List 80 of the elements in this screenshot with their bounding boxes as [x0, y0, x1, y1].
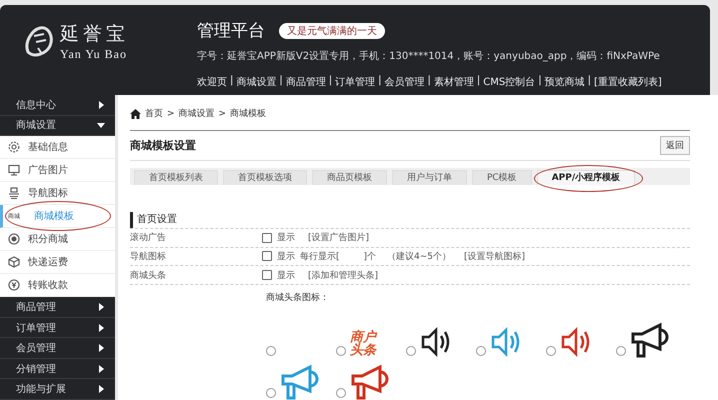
radio-button[interactable] — [336, 388, 346, 398]
hint-text: （建议4~5个） — [387, 250, 452, 263]
box-icon — [8, 256, 20, 268]
checkbox-label: 显示 — [277, 232, 295, 244]
nav-separator: | — [428, 75, 431, 88]
breadcrumb-separator: > — [218, 108, 226, 118]
tab[interactable]: 首页模板列表 — [134, 170, 218, 185]
sidebar-group[interactable]: 分销管理 — [0, 358, 115, 380]
settings-link[interactable]: [添加和管理头条] — [308, 268, 378, 282]
radio-button[interactable] — [616, 346, 626, 356]
section-heading: 首页设置 — [130, 212, 690, 228]
radio-button[interactable] — [406, 346, 416, 356]
stack-icon — [8, 187, 20, 200]
sidebar-group[interactable]: 会员管理 — [0, 338, 115, 359]
nav-separator: | — [230, 75, 234, 88]
sidebar-group[interactable]: 商城设置 — [0, 116, 115, 136]
greeting-badge: 又是元气满满的一天 — [279, 22, 385, 38]
nav-link[interactable]: 欢迎页 — [197, 75, 227, 89]
radio-button[interactable] — [266, 346, 276, 356]
radio-button[interactable] — [336, 346, 346, 356]
checkbox[interactable] — [262, 251, 272, 262]
per-row-suffix: ]个 — [364, 250, 376, 263]
logo-title: 延誉宝 — [60, 22, 129, 46]
nav-separator: | — [476, 75, 480, 88]
setting-label: 商城头条 — [130, 270, 167, 282]
setting-label: 导航图标 — [130, 250, 167, 263]
radio-button[interactable] — [476, 346, 486, 356]
per-row-prefix: 每行显示[ — [300, 250, 340, 263]
logo-subtitle: Yan Yu Bao — [60, 46, 128, 62]
icon-choice-label: 商城头条图标： — [266, 292, 330, 304]
back-button[interactable]: 返回 — [660, 136, 690, 155]
radio-button[interactable] — [546, 346, 556, 356]
sidebar-item[interactable]: 导航图标 — [0, 182, 115, 206]
nav-separator: | — [378, 75, 382, 88]
home-icon — [130, 108, 141, 118]
nav-separator: | — [588, 75, 591, 88]
tab[interactable]: PC模板 — [472, 170, 532, 185]
radio-button[interactable] — [266, 388, 276, 398]
monitor-icon — [8, 164, 20, 176]
tab[interactable]: 商品页模板 — [312, 170, 387, 185]
nav-separator: | — [538, 75, 542, 88]
nav-link[interactable]: 商城设置 — [236, 75, 276, 89]
breadcrumb-link[interactable]: 商城模板 — [230, 107, 266, 120]
nav-link[interactable]: 订单管理 — [335, 75, 376, 89]
checkbox[interactable] — [262, 232, 272, 243]
sidebar-item[interactable]: 快递运费 — [0, 251, 115, 274]
nav-link[interactable]: 会员管理 — [384, 75, 424, 89]
nav-separator: | — [328, 75, 332, 88]
nav-link[interactable]: 商品管理 — [286, 75, 326, 89]
sidebar-group[interactable]: 商品管理 — [0, 297, 115, 318]
checkbox-label: 显示 — [277, 250, 295, 263]
sidebar-item[interactable]: 基础信息 — [0, 136, 115, 160]
account-info: 字号：延誉宝APP新版V2设置专用，手机：130****1014，账号：yanyubao_app，编码：fiNxPaWPe — [197, 50, 661, 63]
target-icon — [8, 233, 20, 246]
nav-link[interactable]: CMS控制台 — [483, 75, 536, 89]
sidebar-item[interactable]: 广告图片 — [0, 159, 115, 182]
nav-link[interactable]: 预览商城 — [544, 75, 585, 89]
tab[interactable]: 首页模板选项 — [223, 170, 307, 185]
breadcrumb-link[interactable]: 商城设置 — [178, 107, 215, 120]
sidebar-item[interactable]: 积分商城 — [0, 228, 115, 252]
settings-link[interactable]: [设置导航图标] — [464, 250, 526, 263]
sidebar-group[interactable]: 订单管理 — [0, 318, 115, 338]
checkbox-label: 显示 — [277, 270, 295, 282]
nav-link[interactable]: 素材管理 — [434, 75, 474, 89]
breadcrumb-link[interactable]: 首页 — [145, 107, 163, 120]
tab[interactable]: 用户与订单 — [392, 170, 467, 185]
checkbox[interactable] — [262, 270, 272, 280]
gear-icon — [8, 141, 20, 154]
sidebar-group[interactable]: 信息中心 — [0, 95, 115, 116]
setting-label: 滚动广告 — [130, 232, 167, 244]
sidebar-group[interactable]: 功能与扩展 — [0, 379, 115, 400]
tab[interactable]: APP/小程序模板 — [536, 170, 636, 185]
platform-title: 管理平台 — [197, 20, 265, 42]
nav-separator: | — [279, 75, 283, 88]
settings-link[interactable]: [设置广告图片] — [308, 231, 370, 244]
breadcrumb-separator: > — [167, 108, 175, 118]
headline-logo: 商户头条 — [350, 330, 378, 358]
nav-link[interactable]: [重置收藏列表] — [594, 75, 662, 89]
yen-icon — [8, 279, 20, 292]
page-title: 商城模板设置 — [130, 138, 196, 153]
